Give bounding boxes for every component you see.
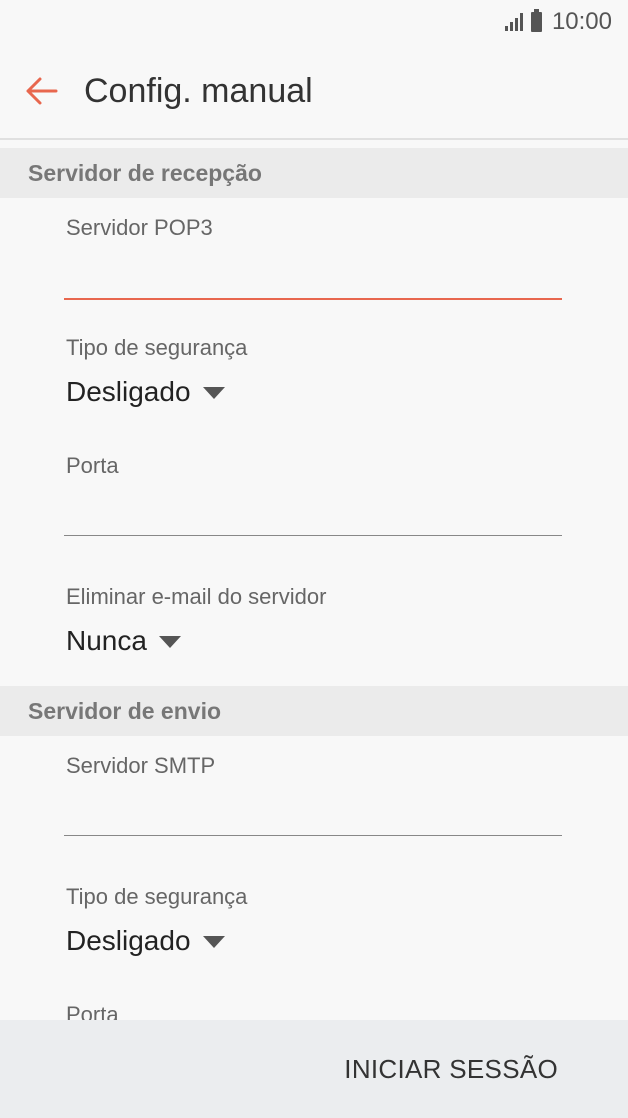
signal-icon [504, 13, 523, 31]
page-title: Config. manual [84, 71, 313, 110]
delete-email-value: Nunca [66, 625, 147, 656]
smtp-server-input[interactable] [64, 786, 562, 836]
outgoing-security-value: Desligado [66, 925, 191, 956]
incoming-port-input[interactable] [64, 486, 562, 536]
status-bar: 10:00 [0, 0, 628, 44]
bottom-action-bar: INICIAR SESSÃO [0, 1020, 628, 1118]
pop3-server-input[interactable] [64, 250, 562, 300]
chevron-down-icon [202, 387, 225, 399]
outgoing-security-label: Tipo de segurança [66, 884, 248, 909]
incoming-security-dropdown[interactable]: Desligado [66, 376, 225, 408]
battery-icon [530, 9, 542, 32]
section-header-outgoing: Servidor de envio [0, 686, 628, 736]
smtp-server-label: Servidor SMTP [66, 753, 216, 778]
status-time: 10:00 [551, 8, 612, 35]
login-button[interactable]: INICIAR SESSÃO [344, 1054, 558, 1085]
chevron-down-icon [202, 936, 225, 948]
pop3-server-label: Servidor POP3 [66, 215, 213, 240]
outgoing-security-dropdown[interactable]: Desligado [66, 925, 225, 957]
arrow-left-icon [26, 77, 58, 105]
incoming-port-label: Porta [66, 453, 119, 478]
app-bar: Config. manual [0, 44, 628, 140]
section-header-incoming: Servidor de recepção [0, 148, 628, 198]
incoming-security-value: Desligado [66, 376, 191, 407]
manual-config-screen: 10:00 Config. manual Servidor de recepçã… [0, 0, 628, 1118]
delete-email-dropdown[interactable]: Nunca [66, 625, 181, 657]
delete-email-label: Eliminar e-mail do servidor [66, 584, 327, 609]
incoming-security-label: Tipo de segurança [66, 335, 248, 360]
chevron-down-icon [158, 636, 181, 648]
back-button[interactable] [0, 43, 84, 139]
